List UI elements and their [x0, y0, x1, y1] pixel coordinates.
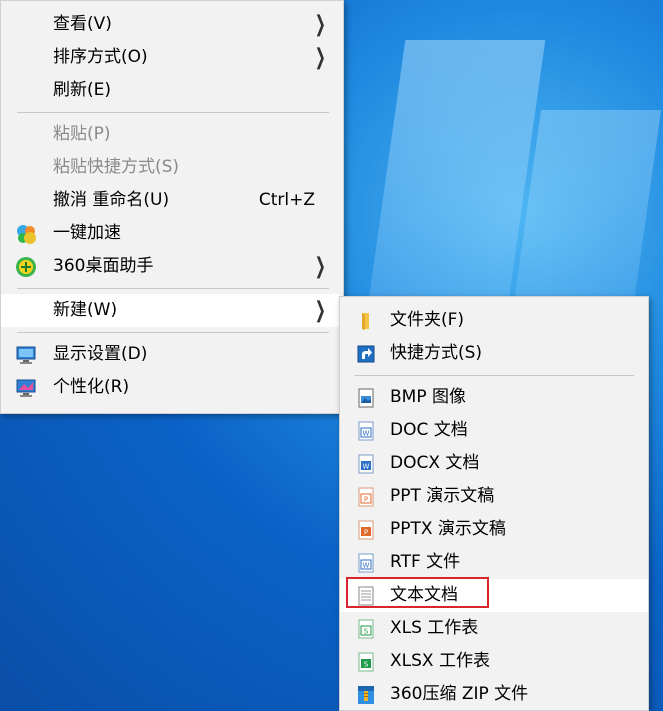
menu-item-label: 文件夹(F): [390, 310, 465, 330]
menu-item-label: 快捷方式(S): [390, 343, 483, 363]
menu-item-undo-rename[interactable]: 撤消 重命名(U) Ctrl+Z: [1, 184, 343, 217]
menu-item-label: 个性化(R): [53, 377, 130, 397]
menu-item-label: 刷新(E): [53, 80, 112, 100]
speedup-icon: [17, 225, 36, 244]
new-item-xlsx[interactable]: S XLSX 工作表: [340, 645, 648, 678]
menu-item-label: 粘贴(P): [53, 124, 111, 144]
svg-text:S: S: [364, 628, 369, 636]
new-item-ppt[interactable]: P PPT 演示文稿: [340, 480, 648, 513]
bmp-file-icon: [358, 388, 374, 408]
menu-item-sort-by[interactable]: 排序方式(O) ❯: [1, 41, 343, 74]
menu-item-personalize[interactable]: 个性化(R): [1, 371, 343, 404]
360-assistant-icon: [16, 257, 36, 277]
menu-item-label: 撤消 重命名(U): [53, 190, 170, 210]
shortcut-icon: [357, 345, 375, 363]
svg-text:W: W: [363, 562, 370, 570]
new-submenu: 文件夹(F) 快捷方式(S) BMP 图像 W DOC 文档 W DOCX 文档: [339, 296, 649, 711]
xlsx-file-icon: S: [358, 652, 374, 672]
docx-file-icon: W: [358, 454, 374, 474]
submenu-arrow-icon: ❯: [314, 12, 326, 37]
new-item-zip[interactable]: 360压缩 ZIP 文件: [340, 678, 648, 711]
submenu-arrow-icon: ❯: [314, 45, 326, 70]
new-item-folder[interactable]: 文件夹(F): [340, 304, 648, 337]
menu-item-label: XLS 工作表: [390, 618, 479, 638]
doc-file-icon: W: [358, 421, 374, 441]
menu-item-label: 新建(W): [53, 300, 118, 320]
new-item-doc[interactable]: W DOC 文档: [340, 414, 648, 447]
svg-text:W: W: [363, 463, 370, 471]
menu-item-refresh[interactable]: 刷新(E): [1, 74, 343, 107]
menu-separator: [354, 375, 634, 376]
personalize-icon: [16, 379, 36, 397]
menu-item-shortcut: Ctrl+Z: [258, 190, 315, 210]
menu-item-label: 显示设置(D): [53, 344, 148, 364]
highlight-annotation-box: [346, 577, 489, 608]
menu-item-label: DOC 文档: [390, 420, 468, 440]
menu-item-label: BMP 图像: [390, 387, 466, 407]
menu-item-view[interactable]: 查看(V) ❯: [1, 8, 343, 41]
xls-file-icon: S: [358, 619, 374, 639]
menu-item-label: 360桌面助手: [53, 256, 154, 276]
svg-text:P: P: [364, 496, 368, 504]
menu-item-label: 360压缩 ZIP 文件: [390, 684, 529, 704]
menu-item-label: 粘贴快捷方式(S): [53, 157, 180, 177]
menu-item-label: PPT 演示文稿: [390, 486, 495, 506]
svg-text:P: P: [364, 529, 368, 537]
submenu-arrow-icon: ❯: [314, 298, 326, 323]
menu-item-new[interactable]: 新建(W) ❯: [1, 294, 343, 327]
folder-icon: [362, 313, 369, 330]
desktop-context-menu: 查看(V) ❯ 排序方式(O) ❯ 刷新(E) 粘贴(P) 粘贴快捷方式(S) …: [0, 0, 344, 414]
display-settings-icon: [16, 346, 36, 364]
zip-file-icon: [358, 686, 374, 704]
submenu-arrow-icon: ❯: [314, 254, 326, 279]
new-item-rtf[interactable]: W RTF 文件: [340, 546, 648, 579]
menu-item-paste-shortcut: 粘贴快捷方式(S): [1, 151, 343, 184]
new-item-pptx[interactable]: P PPTX 演示文稿: [340, 513, 648, 546]
svg-text:S: S: [364, 661, 369, 669]
menu-separator: [17, 112, 329, 113]
svg-text:W: W: [363, 430, 370, 438]
ppt-file-icon: P: [358, 487, 374, 507]
new-item-docx[interactable]: W DOCX 文档: [340, 447, 648, 480]
menu-item-paste: 粘贴(P): [1, 118, 343, 151]
menu-item-speedup[interactable]: 一键加速: [1, 217, 343, 250]
menu-item-label: RTF 文件: [390, 552, 461, 572]
menu-item-label: 一键加速: [53, 223, 121, 243]
pptx-file-icon: P: [358, 520, 374, 540]
menu-item-label: XLSX 工作表: [390, 651, 490, 671]
menu-separator: [17, 288, 329, 289]
rtf-file-icon: W: [358, 553, 374, 573]
menu-separator: [17, 332, 329, 333]
new-item-bmp[interactable]: BMP 图像: [340, 381, 648, 414]
menu-item-display-settings[interactable]: 显示设置(D): [1, 338, 343, 371]
menu-item-label: 排序方式(O): [53, 47, 148, 67]
new-item-xls[interactable]: S XLS 工作表: [340, 612, 648, 645]
menu-item-label: PPTX 演示文稿: [390, 519, 506, 539]
menu-item-360-assistant[interactable]: 360桌面助手 ❯: [1, 250, 343, 283]
new-item-shortcut[interactable]: 快捷方式(S): [340, 337, 648, 370]
menu-item-label: 查看(V): [53, 14, 112, 34]
menu-item-label: DOCX 文档: [390, 453, 480, 473]
